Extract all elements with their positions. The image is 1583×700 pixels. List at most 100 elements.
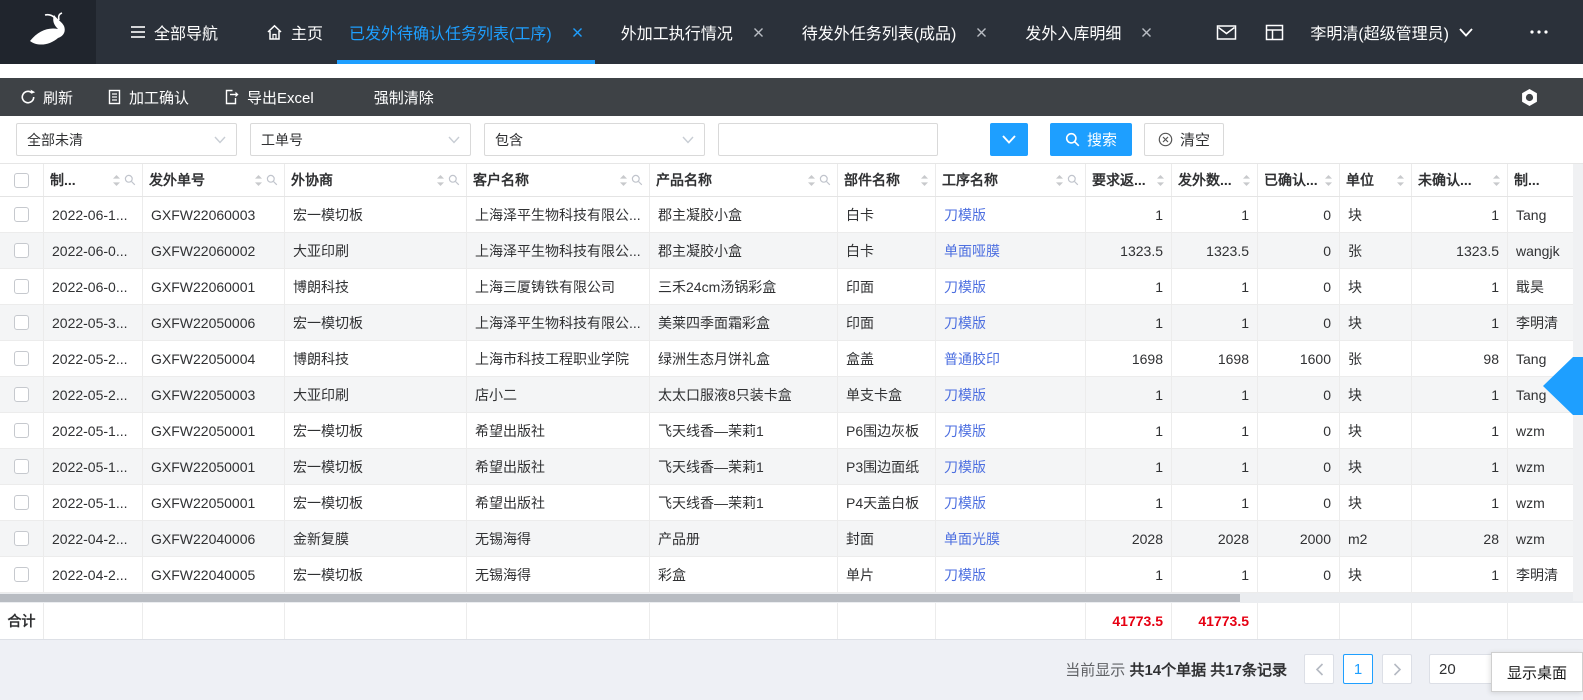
sort-carets-icon[interactable] xyxy=(920,174,929,187)
column-label: 外协商 xyxy=(291,170,333,190)
refresh-button[interactable]: 刷新 xyxy=(20,87,73,108)
sort-carets-icon[interactable] xyxy=(254,174,263,187)
search-button[interactable]: 搜索 xyxy=(1050,123,1132,156)
cell-part: 盒盖 xyxy=(838,341,936,376)
totals-label: 合计 xyxy=(0,603,44,639)
row-checkbox[interactable] xyxy=(14,279,29,294)
nav-all-menu[interactable]: 全部导航 xyxy=(130,0,218,64)
process-link[interactable]: 单面光膜 xyxy=(944,529,1000,549)
sort-carets-icon[interactable] xyxy=(619,174,628,187)
tab-dispatched-pending-confirm[interactable]: 已发外待确认任务列表(工序) xyxy=(337,0,595,64)
row-checkbox[interactable] xyxy=(14,423,29,438)
cell-confirmed_qty: 0 xyxy=(1258,377,1340,412)
sort-carets-icon[interactable] xyxy=(1324,174,1333,187)
close-icon[interactable] xyxy=(753,27,764,38)
process-link[interactable]: 刀模版 xyxy=(944,277,986,297)
user-menu[interactable]: 李明清(超级管理员) xyxy=(1310,20,1473,44)
sort-carets-icon[interactable] xyxy=(1242,174,1251,187)
column-header-required_qty[interactable]: 要求返... xyxy=(1086,164,1172,196)
column-header-order_no[interactable]: 发外单号 xyxy=(143,164,285,196)
page-next-button[interactable] xyxy=(1382,654,1412,684)
column-header-customer[interactable]: 客户名称 xyxy=(467,164,650,196)
workbench-icon[interactable] xyxy=(1265,24,1284,41)
sort-carets-icon[interactable] xyxy=(807,174,816,187)
column-search-icon[interactable] xyxy=(124,174,136,186)
row-checkbox[interactable] xyxy=(14,495,29,510)
close-icon[interactable] xyxy=(572,27,583,38)
cell-order_no: GXFW22050001 xyxy=(143,413,285,448)
page-size-select[interactable]: 20 xyxy=(1429,654,1495,684)
row-checkbox[interactable] xyxy=(14,567,29,582)
cell-customer: 上海三厦铸铁有限公司 xyxy=(467,269,650,304)
sort-carets-icon[interactable] xyxy=(112,174,121,187)
gear-icon[interactable] xyxy=(1520,88,1539,107)
process-link[interactable]: 单面哑膜 xyxy=(944,241,1000,261)
column-search-icon[interactable] xyxy=(266,174,278,186)
cell-unit: 块 xyxy=(1340,269,1412,304)
row-checkbox[interactable] xyxy=(14,387,29,402)
tab-pending-dispatch-finished[interactable]: 待发外任务列表(成品) xyxy=(790,0,1000,64)
process-link[interactable]: 刀模版 xyxy=(944,205,986,225)
sort-carets-icon[interactable] xyxy=(436,174,445,187)
side-panel-toggle[interactable] xyxy=(1543,357,1583,415)
row-checkbox[interactable] xyxy=(14,207,29,222)
column-header-unit[interactable]: 单位 xyxy=(1340,164,1412,196)
column-header-sent_qty[interactable]: 发外数... xyxy=(1172,164,1258,196)
column-header-product[interactable]: 产品名称 xyxy=(650,164,838,196)
column-search-icon[interactable] xyxy=(819,174,831,186)
sort-carets-icon[interactable] xyxy=(1156,174,1165,187)
tab-home[interactable]: 主页 xyxy=(266,0,323,64)
process-link[interactable]: 刀模版 xyxy=(944,421,986,441)
cell-unconfirmed_qty: 1 xyxy=(1412,305,1508,340)
force-clear-button[interactable]: 强制清除 xyxy=(374,87,434,108)
process-link[interactable]: 刀模版 xyxy=(944,313,986,333)
keyword-input[interactable] xyxy=(718,123,938,156)
expand-filter-button[interactable] xyxy=(990,123,1028,156)
column-header-process[interactable]: 工序名称 xyxy=(936,164,1086,196)
filter-bar: 全部未清 工单号 包含 搜索 清空 xyxy=(0,116,1583,164)
row-checkbox[interactable] xyxy=(14,315,29,330)
column-search-icon[interactable] xyxy=(448,174,460,186)
status-filter-select[interactable]: 全部未清 xyxy=(16,123,237,156)
row-checkbox[interactable] xyxy=(14,351,29,366)
field-filter-select[interactable]: 工单号 xyxy=(250,123,471,156)
sort-carets-icon[interactable] xyxy=(1492,174,1501,187)
column-header-part[interactable]: 部件名称 xyxy=(838,164,936,196)
tab-outsourcing-execution[interactable]: 外加工执行情况 xyxy=(609,0,776,64)
cell-required_qty: 1 xyxy=(1086,197,1172,232)
close-icon[interactable] xyxy=(976,27,987,38)
column-header-vendor[interactable]: 外协商 xyxy=(285,164,467,196)
column-search-icon[interactable] xyxy=(631,174,643,186)
column-header-make_date[interactable]: 制... xyxy=(44,164,143,196)
tab-dispatch-inbound-detail[interactable]: 发外入库明细 xyxy=(1013,0,1164,64)
sort-carets-icon[interactable] xyxy=(1055,174,1064,187)
process-confirm-button[interactable]: 加工确认 xyxy=(107,87,189,108)
process-link[interactable]: 刀模版 xyxy=(944,385,986,405)
total-sent_qty: 41773.5 xyxy=(1172,603,1258,639)
process-link[interactable]: 刀模版 xyxy=(944,565,986,585)
export-excel-button[interactable]: 导出Excel xyxy=(223,87,314,108)
select-all-checkbox[interactable] xyxy=(14,173,29,188)
process-link[interactable]: 刀模版 xyxy=(944,493,986,513)
row-checkbox[interactable] xyxy=(14,531,29,546)
column-header-confirmed_qty[interactable]: 已确认... xyxy=(1258,164,1340,196)
row-checkbox[interactable] xyxy=(14,459,29,474)
sort-carets-icon[interactable] xyxy=(1396,174,1405,187)
cell-process: 普通胶印 xyxy=(936,341,1086,376)
process-link[interactable]: 普通胶印 xyxy=(944,349,1000,369)
close-icon[interactable] xyxy=(1141,27,1152,38)
operator-filter-select[interactable]: 包含 xyxy=(484,123,705,156)
page-number-button[interactable]: 1 xyxy=(1343,654,1373,684)
cell-required_qty: 1 xyxy=(1086,305,1172,340)
process-link[interactable]: 刀模版 xyxy=(944,457,986,477)
column-header-maker[interactable]: 制... xyxy=(1508,164,1583,196)
column-search-icon[interactable] xyxy=(1067,174,1079,186)
horizontal-scrollbar-thumb[interactable] xyxy=(0,594,1240,602)
horizontal-scrollbar[interactable] xyxy=(0,593,1583,603)
mail-icon[interactable] xyxy=(1216,24,1237,41)
row-checkbox[interactable] xyxy=(14,243,29,258)
page-prev-button[interactable] xyxy=(1304,654,1334,684)
column-header-unconfirmed_qty[interactable]: 未确认... xyxy=(1412,164,1508,196)
more-icon[interactable] xyxy=(1529,29,1549,35)
clear-button[interactable]: 清空 xyxy=(1144,123,1224,156)
